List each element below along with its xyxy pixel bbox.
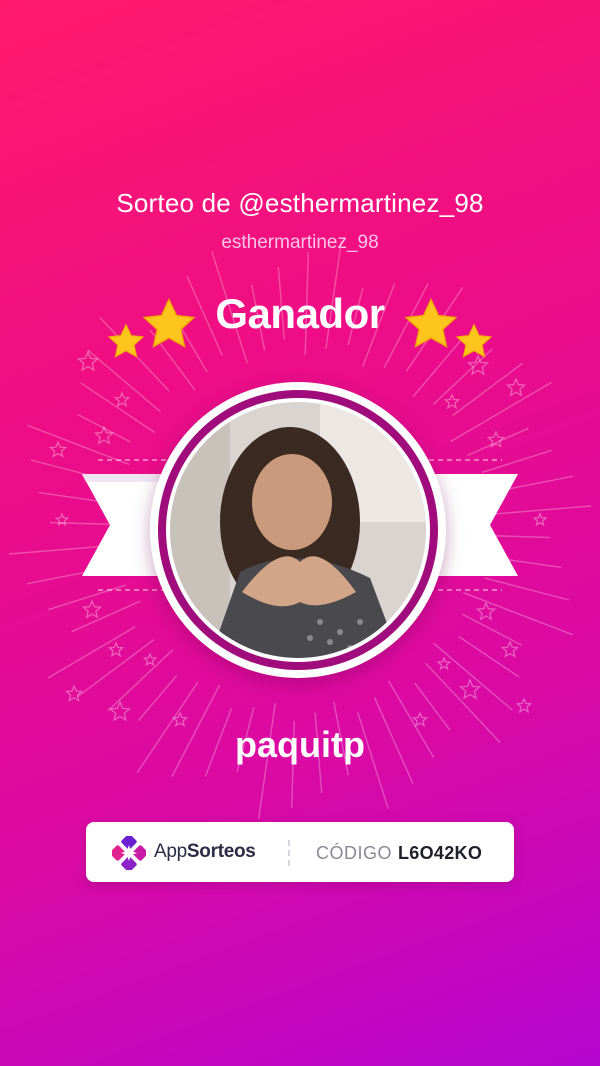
outline-star-icon (48, 440, 68, 458)
outline-star-icon (81, 599, 103, 619)
ray (80, 382, 156, 434)
code-value: L6O42KO (398, 843, 483, 863)
outline-star-icon (107, 641, 125, 658)
ray (77, 639, 155, 698)
code-label: CÓDIGO (316, 843, 393, 863)
outline-star-icon (505, 377, 527, 397)
outline-star-icon (64, 684, 84, 702)
footer-card: AppSorteos CÓDIGO L6O42KO (86, 822, 514, 882)
outline-star-icon (436, 656, 452, 671)
ray (27, 424, 130, 466)
outline-star-icon (113, 391, 131, 408)
outline-star-icon (443, 393, 461, 410)
outline-star-icon (532, 512, 548, 527)
winner-heading: Ganador (215, 290, 385, 337)
outline-star-icon (458, 678, 482, 700)
ray (137, 675, 178, 722)
ray (463, 592, 573, 636)
outline-star-icon (76, 350, 100, 372)
appsorteos-logo-icon (112, 836, 146, 870)
brand-name: AppSorteos (154, 841, 256, 863)
outline-star-icon (515, 697, 533, 714)
winner-photo (170, 402, 426, 658)
ray (433, 642, 513, 711)
ray (107, 649, 174, 712)
ray (462, 613, 523, 646)
raffle-title: Sorteo de @esthermartinez_98 (116, 188, 484, 218)
outline-star-icon (500, 640, 520, 658)
raffle-account: esthermartinez_98 (221, 232, 379, 253)
outline-star-icon (108, 700, 132, 722)
ray (47, 626, 136, 679)
ray (71, 600, 141, 633)
brand-suffix: Sorteos (186, 841, 256, 862)
winner-username: paquitp (235, 724, 365, 765)
outline-star-icon (93, 425, 115, 445)
divider (288, 840, 290, 866)
ray (48, 584, 126, 611)
brand-prefix: App (154, 841, 187, 862)
outline-star-icon (475, 601, 497, 621)
ray (450, 381, 553, 443)
outline-star-icon (142, 652, 158, 667)
avatar (166, 398, 430, 662)
outline-star-icon (486, 430, 506, 448)
ray (466, 427, 529, 457)
